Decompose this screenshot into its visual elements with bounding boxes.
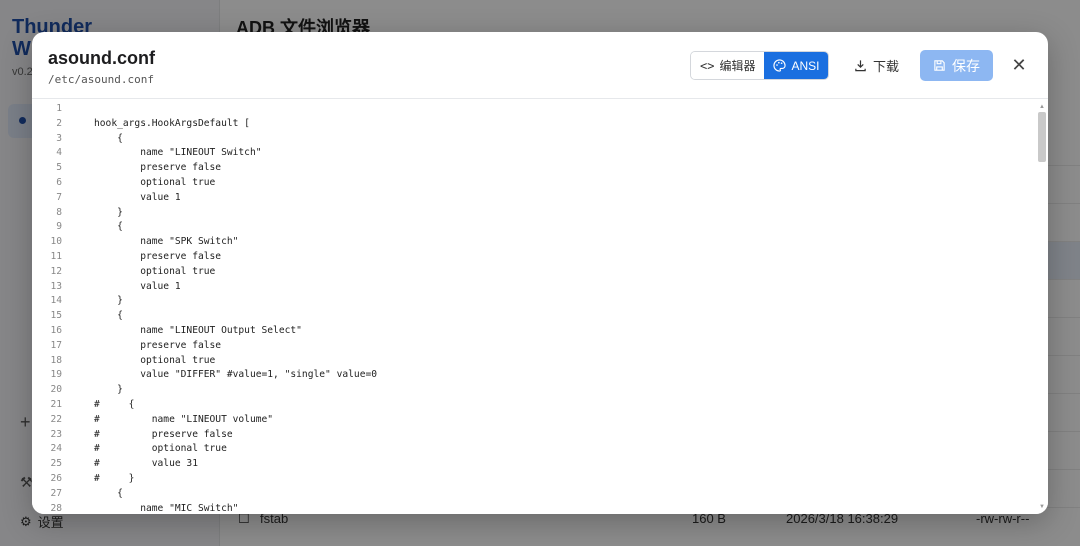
editor-mode-label: 编辑器 xyxy=(719,59,756,73)
file-viewer-modal: asound.conf /etc/asound.conf <> 编辑器 ANSI… xyxy=(32,32,1048,514)
line-number: 7 xyxy=(56,191,62,203)
line-number: 3 xyxy=(56,132,62,144)
download-button[interactable]: 下载 xyxy=(850,51,903,80)
ansi-mode-label: ANSI xyxy=(791,58,820,73)
line-number: 6 xyxy=(56,177,62,188)
code-line: # } xyxy=(94,473,135,484)
code-editor[interactable]: 1 2 3 4 5 6 7 8 9 10 11 12 13 14 15 16 17 18 19 20 21 22 23 24 2… xyxy=(32,100,1048,514)
code-line: preserve false xyxy=(94,251,222,262)
code-line: optional true xyxy=(94,354,216,366)
download-label: 下载 xyxy=(873,59,900,74)
save-icon xyxy=(934,60,945,71)
code-line: { xyxy=(94,487,123,499)
code-line: name "LINEOUT Output Select" xyxy=(94,325,302,336)
line-number: 28 xyxy=(50,502,62,514)
line-number: 13 xyxy=(50,280,62,292)
line-number: 19 xyxy=(50,369,62,381)
code-line: name "LINEOUT Switch" xyxy=(94,147,262,159)
line-number: 15 xyxy=(50,310,62,322)
code-line: value "DIFFER" #value=1, "single" value=… xyxy=(94,369,378,381)
code-icon: <> xyxy=(700,58,715,73)
line-number: 16 xyxy=(50,325,62,336)
code-line: optional true xyxy=(94,265,216,277)
code-line: # value 31 xyxy=(94,458,198,470)
line-number: 10 xyxy=(50,236,62,248)
code-line: # { xyxy=(94,399,135,410)
line-number: 4 xyxy=(56,147,62,159)
code-line: } xyxy=(94,206,123,218)
scroll-up-icon[interactable]: ▲ xyxy=(1039,104,1045,110)
line-number: 22 xyxy=(50,413,62,425)
line-number-gutter: 1 2 3 4 5 6 7 8 9 10 11 12 13 14 15 16 17 18 19 20 21 22 23 24 2… xyxy=(32,100,68,514)
modal-header: asound.conf /etc/asound.conf <> 编辑器 ANSI… xyxy=(32,32,1048,99)
line-number: 14 xyxy=(50,295,62,307)
line-number: 2 xyxy=(56,117,62,129)
code-line: value 1 xyxy=(94,280,181,292)
line-number: 12 xyxy=(50,265,62,277)
code-line: { xyxy=(94,132,123,144)
code-line: optional true xyxy=(94,177,216,188)
code-line: preserve false xyxy=(94,339,222,351)
line-number: 9 xyxy=(56,221,62,233)
line-number: 21 xyxy=(50,399,62,410)
code-line: } xyxy=(94,295,123,307)
code-line: { xyxy=(94,310,123,322)
scrollbar-thumb[interactable] xyxy=(1038,112,1046,162)
palette-icon xyxy=(773,59,787,72)
line-number: 20 xyxy=(50,384,62,396)
save-label: 保存 xyxy=(952,57,980,74)
vertical-scrollbar[interactable]: ▲ ▼ xyxy=(1038,104,1046,510)
code-line: name "SPK Switch" xyxy=(94,236,239,248)
line-number: 1 xyxy=(56,103,62,114)
code-line: { xyxy=(94,221,123,233)
code-line: name "MIC Switch" xyxy=(94,502,239,514)
close-icon[interactable]: ✕ xyxy=(1008,54,1030,76)
line-number: 26 xyxy=(50,473,62,484)
code-line: # name "LINEOUT volume" xyxy=(94,413,274,425)
line-number: 18 xyxy=(50,354,62,366)
scroll-down-icon[interactable]: ▼ xyxy=(1039,504,1045,510)
line-number: 8 xyxy=(56,206,62,218)
ansi-mode-button[interactable]: ANSI xyxy=(764,52,829,79)
code-line: value 1 xyxy=(94,191,181,203)
save-button[interactable]: 保存 xyxy=(920,50,993,81)
editor-mode-button[interactable]: <> 编辑器 xyxy=(691,52,765,79)
view-mode-toggle: <> 编辑器 ANSI xyxy=(690,51,830,80)
code-line: preserve false xyxy=(94,162,222,174)
code-content[interactable]: hook_args.HookArgsDefault [ { name "LINE… xyxy=(94,100,1032,514)
code-line: hook_args.HookArgsDefault [ xyxy=(94,117,250,129)
file-path: /etc/asound.conf xyxy=(48,73,154,86)
code-line: # preserve false xyxy=(94,428,233,440)
code-line: } xyxy=(94,384,123,396)
modal-title: asound.conf xyxy=(48,48,155,68)
line-number: 5 xyxy=(56,162,62,174)
line-number: 17 xyxy=(50,339,62,351)
line-number: 27 xyxy=(50,487,62,499)
download-icon xyxy=(855,60,866,72)
line-number: 23 xyxy=(50,428,62,440)
line-number: 11 xyxy=(50,251,62,262)
code-line: # optional true xyxy=(94,443,227,455)
line-number: 25 xyxy=(50,458,62,470)
line-number: 24 xyxy=(50,443,62,455)
